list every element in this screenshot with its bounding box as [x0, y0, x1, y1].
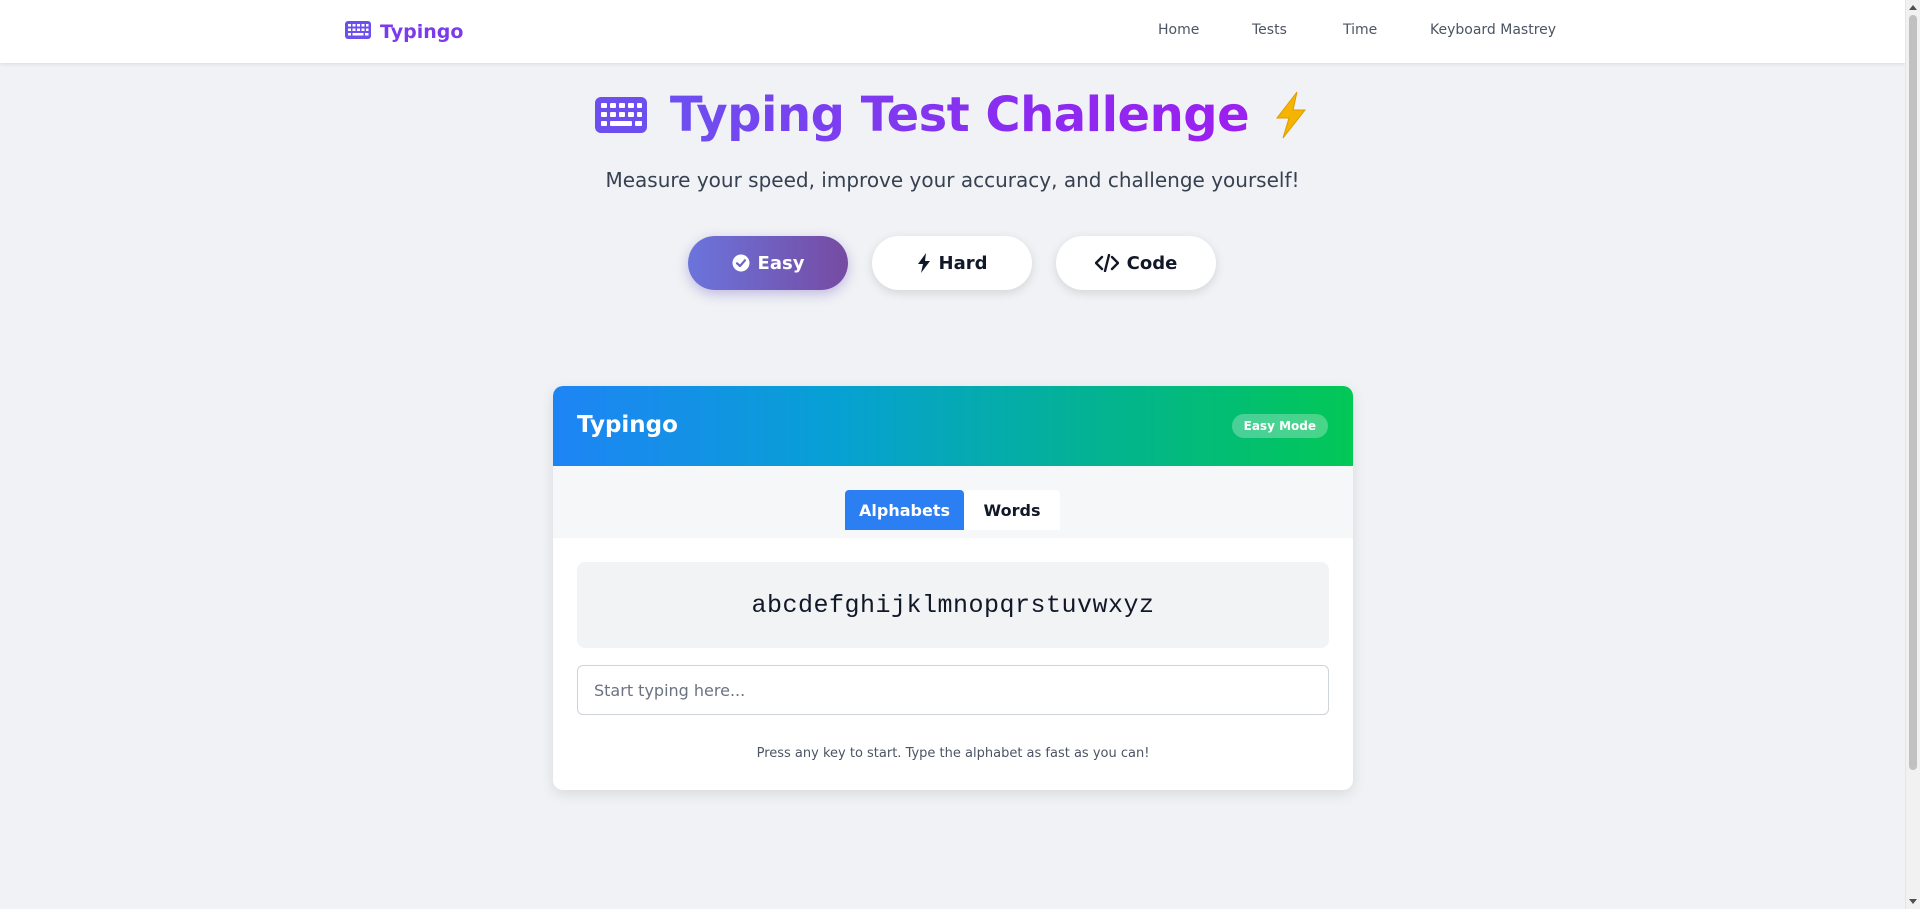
lightning-bolt-icon [1271, 91, 1311, 139]
scrollbar[interactable] [1905, 0, 1920, 909]
easy-mode-label: Easy [757, 252, 805, 274]
nav-link-keyboard-mastery[interactable]: Keyboard Mastrey [1430, 22, 1556, 38]
scroll-up-arrow-icon[interactable] [1909, 5, 1917, 10]
hero-heading: Typing Test Challenge [0, 83, 1905, 147]
tab-alphabets[interactable]: Alphabets [845, 490, 964, 530]
mode-badge: Easy Mode [1231, 414, 1328, 438]
target-text: abcdefghijklmnopqrstuvwxyz [751, 590, 1155, 620]
hard-mode-button[interactable]: Hard [872, 236, 1032, 290]
typing-card: Typingo Easy Mode Alphabets Words abcdef… [553, 386, 1353, 790]
tabs-bar: Alphabets Words [553, 466, 1353, 538]
card-header: Typingo Easy Mode [553, 386, 1353, 466]
easy-mode-button[interactable]: Easy [688, 236, 848, 290]
code-mode-label: Code [1126, 252, 1178, 274]
typing-input[interactable] [577, 665, 1329, 715]
nav-links: Home Tests Time Keyboard Mastrey [0, 22, 1905, 42]
bolt-icon [917, 253, 931, 273]
page-subtitle: Measure your speed, improve your accurac… [605, 168, 1300, 192]
keyboard-icon [594, 96, 648, 134]
page-title: Typing Test Challenge [669, 87, 1250, 143]
code-mode-button[interactable]: Code [1056, 236, 1216, 290]
code-icon [1094, 254, 1119, 272]
nav-link-time[interactable]: Time [1343, 22, 1377, 38]
scrollbar-thumb[interactable] [1909, 15, 1917, 770]
hard-mode-label: Hard [938, 252, 988, 274]
navbar: Typingo Home Tests Time Keyboard Mastrey [0, 0, 1905, 63]
card-title: Typingo [577, 412, 678, 438]
target-text-box: abcdefghijklmnopqrstuvwxyz [577, 562, 1329, 648]
check-circle-icon [732, 254, 750, 272]
instruction-hint: Press any key to start. Type the alphabe… [756, 746, 1150, 761]
tab-words[interactable]: Words [964, 490, 1060, 530]
difficulty-selector: Easy Hard Code [0, 236, 1905, 290]
nav-link-tests[interactable]: Tests [1252, 22, 1287, 38]
scroll-down-arrow-icon[interactable] [1909, 899, 1917, 904]
nav-link-home[interactable]: Home [1158, 22, 1199, 38]
